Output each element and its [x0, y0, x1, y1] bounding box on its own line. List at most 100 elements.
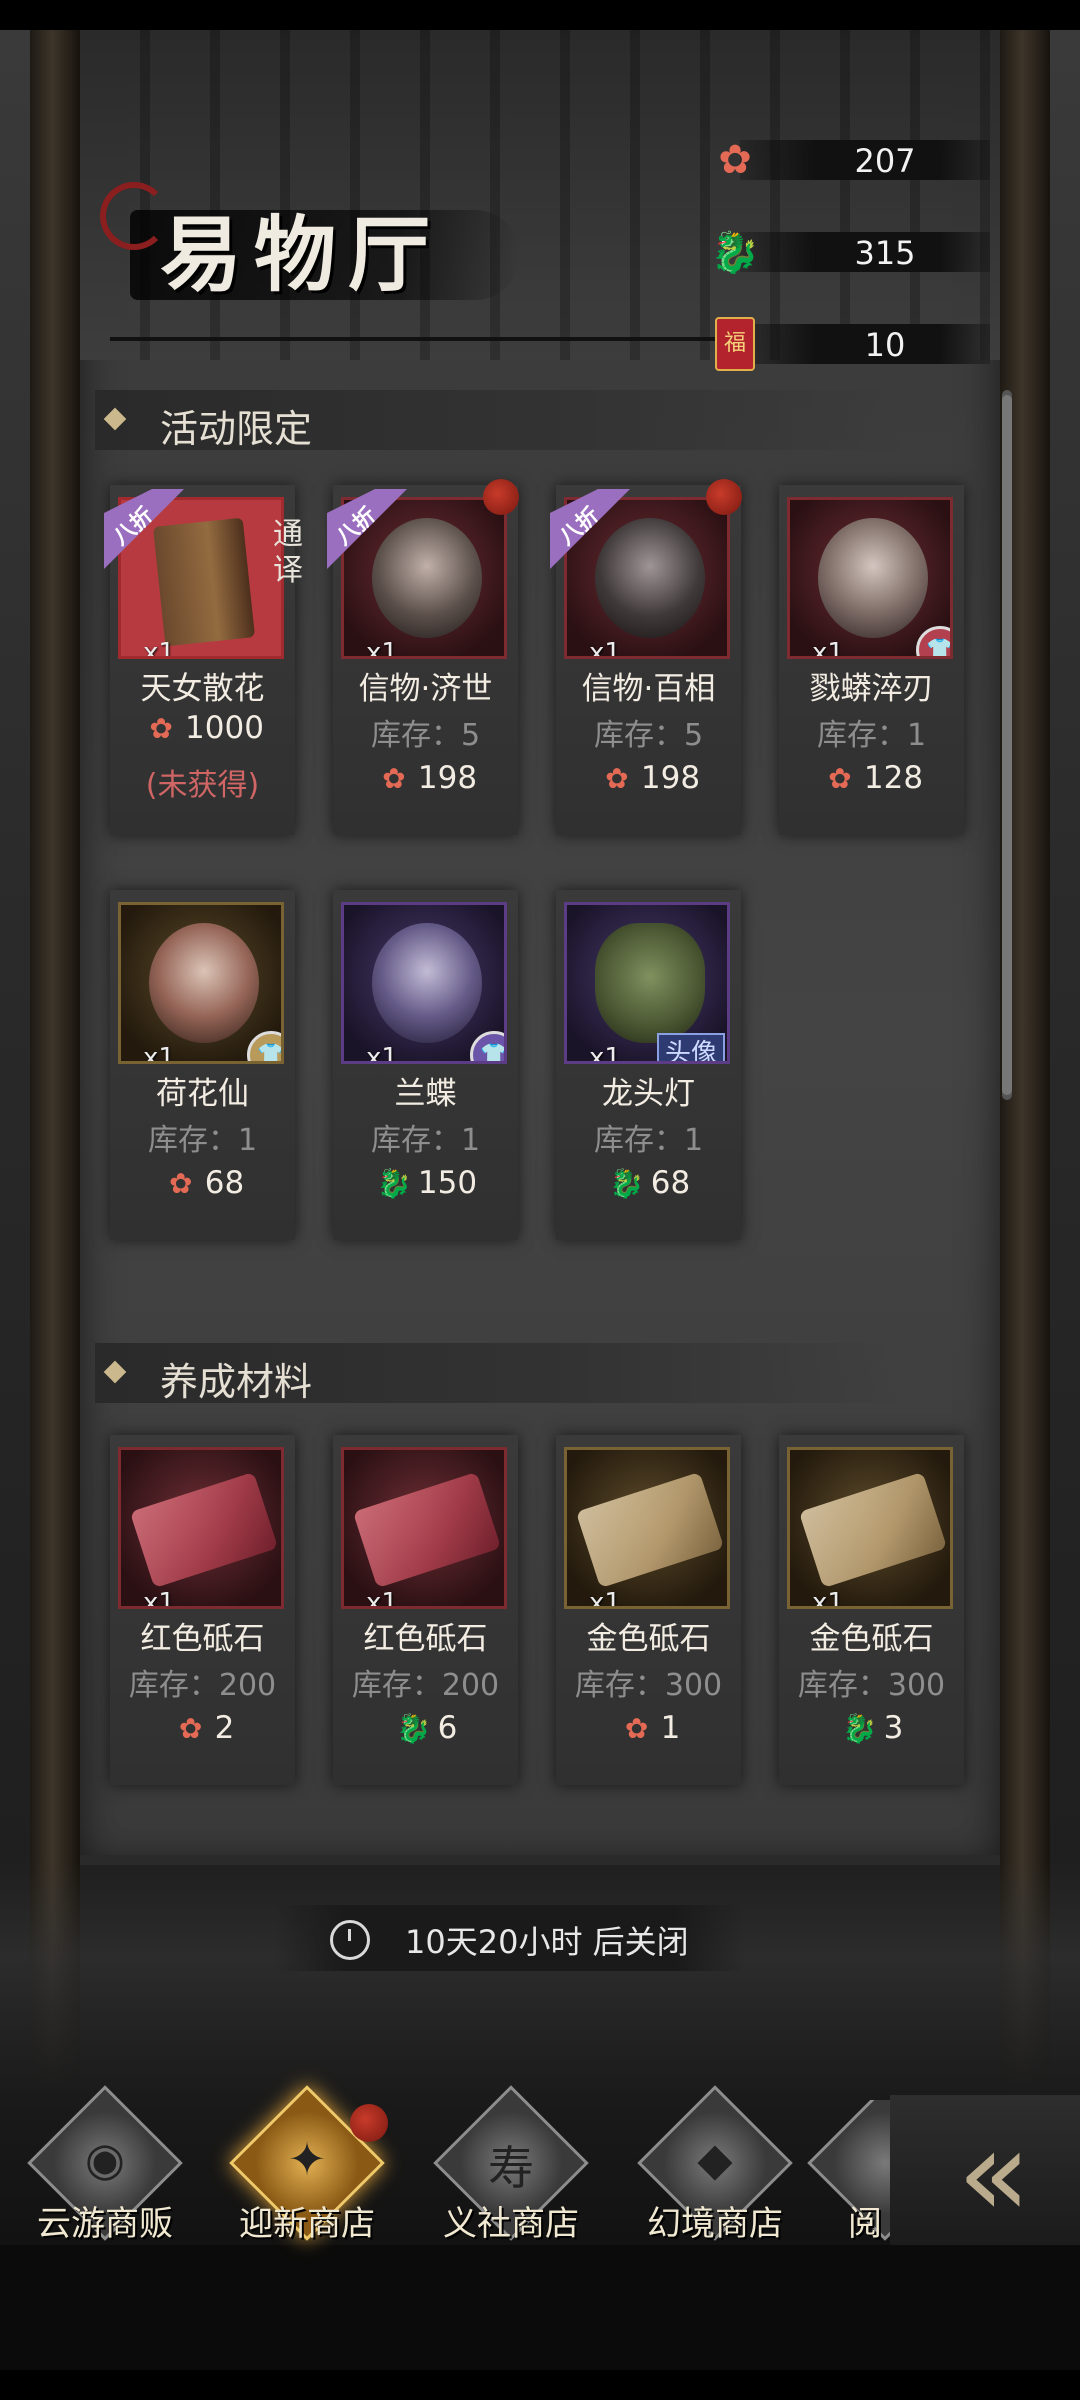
notification-dot — [350, 2104, 388, 2142]
diamond-icon — [103, 1360, 127, 1384]
navigation-bar — [0, 2370, 1080, 2400]
item-thumbnail: x1 — [341, 1447, 507, 1609]
title-divider — [110, 337, 730, 341]
price-value: 1 — [660, 1710, 681, 1746]
token-portrait-icon — [372, 518, 482, 638]
tab-illusion-shop[interactable]: ◆ 幻境商店 — [620, 2085, 810, 2250]
shop-item-card[interactable]: x1 八折 信物·百相 库存：5 ✿ 198 — [550, 479, 742, 835]
section-header-materials: 养成材料 — [95, 1343, 905, 1404]
item-quantity: x1 — [589, 1043, 621, 1064]
character-portrait-icon — [149, 923, 259, 1043]
tab-guild-shop[interactable]: 寿 义社商店 — [416, 2085, 606, 2250]
lotus-icon: ✿ — [149, 712, 173, 745]
item-name: 信物·百相 — [581, 671, 716, 707]
item-name: 红色砥石 — [363, 1621, 488, 1657]
tab-wandering-merchant[interactable]: ◉ 云游商贩 — [10, 2085, 200, 2250]
closing-timer: 10天20小时 后关闭 — [275, 1905, 745, 1971]
page-title-block: 易物厅 — [100, 170, 520, 320]
item-quantity: x1 — [366, 1588, 398, 1609]
item-name: 戮蟒淬刃 — [809, 671, 934, 707]
costume-icon: 👕 — [916, 626, 950, 656]
costume-icon: 👕 — [247, 1031, 281, 1061]
shop-item-card[interactable]: x1 红色砥石 库存：200 🐉 6 — [333, 1435, 518, 1785]
character-portrait-icon — [372, 923, 482, 1043]
shop-item-card[interactable]: x1 👕 兰蝶 库存：1 🐉 150 — [333, 890, 518, 1240]
item-thumbnail: x1 👕 — [118, 902, 284, 1064]
whetstone-icon — [798, 1471, 948, 1589]
item-price: 🐉 6 — [333, 1710, 518, 1746]
tab-label: 云游商贩 — [37, 2204, 173, 2244]
item-quantity: x1 — [366, 1043, 398, 1064]
shop-item-card[interactable]: x1 八折 通译 天女散花 ✿ 1000 (未获得) — [104, 485, 303, 835]
item-price: 🐉 68 — [556, 1165, 741, 1201]
shop-item-card[interactable]: x1 👕 戮蟒淬刃 库存：1 ✿ 128 — [779, 485, 964, 835]
gem-icon: ◆ — [697, 2132, 733, 2186]
tab-label: 迎新商店 — [239, 2204, 375, 2244]
shop-item-card[interactable]: x1 八折 信物·济世 库存：5 ✿ 198 — [327, 479, 519, 835]
lotus-icon: ✿ — [382, 762, 406, 795]
item-price: ✿ 68 — [110, 1165, 295, 1201]
item-name: 兰蝶 — [394, 1076, 457, 1112]
item-price: ✿ 1000 — [110, 710, 295, 746]
item-quantity: x1 — [812, 1588, 844, 1609]
dragon-icon: 🐉 — [609, 1167, 645, 1200]
lotus-icon: ✿ — [178, 1712, 203, 1745]
scrollbar-thumb[interactable] — [1002, 395, 1012, 1095]
item-thumbnail: x1 — [564, 1447, 730, 1609]
item-quantity: x1 — [589, 638, 621, 659]
coin-icon: ◉ — [84, 2132, 126, 2186]
whetstone-icon — [129, 1471, 279, 1589]
tab-welcome-shop[interactable]: ✦ 迎新商店 — [212, 2085, 402, 2250]
lotus-icon: ✿ — [624, 1712, 649, 1745]
currency-value: 315 — [854, 234, 916, 272]
item-quantity: x1 — [143, 1588, 175, 1609]
price-value: 150 — [417, 1165, 478, 1201]
tab-label: 义社商店 — [443, 2204, 579, 2244]
item-stock: 库存：1 — [147, 1123, 258, 1158]
item-quantity: x1 — [143, 1043, 175, 1064]
fortune-envelope-icon: 福 — [700, 314, 770, 374]
character-portrait-icon — [818, 518, 928, 638]
shop-item-card[interactable]: x1 金色砥石 库存：300 🐉 3 — [779, 1435, 964, 1785]
currency-value: 207 — [854, 142, 916, 180]
page-title: 易物厅 — [160, 207, 443, 303]
currency-fortune[interactable]: 福 10 — [700, 314, 1000, 374]
item-price: ✿ 128 — [779, 760, 964, 796]
shop-item-card[interactable]: x1 金色砥石 库存：300 ✿ 1 — [556, 1435, 741, 1785]
translation-tag: 通译 — [273, 517, 303, 588]
item-stock: 库存：200 — [351, 1668, 500, 1703]
item-quantity: x1 — [812, 638, 844, 659]
item-quantity: x1 — [589, 1588, 621, 1609]
timer-text: 10天20小时 后关闭 — [405, 1923, 689, 1961]
shop-item-card[interactable]: x1 👕 荷花仙 库存：1 ✿ 68 — [110, 890, 295, 1240]
avatar-tag: 头像 — [657, 1033, 726, 1061]
price-value: 198 — [417, 760, 478, 796]
shop-item-card[interactable]: x1 头像 龙头灯 库存：1 🐉 68 — [556, 890, 741, 1240]
left-pillar — [30, 30, 80, 2090]
currency-lotus[interactable]: ✿ 207 — [700, 130, 1000, 190]
double-chevron-left-icon: « — [957, 2105, 1030, 2244]
notification-dot — [483, 479, 519, 515]
token-portrait-icon — [595, 518, 705, 638]
item-thumbnail: x1 👕 — [787, 497, 953, 659]
whetstone-icon — [352, 1471, 502, 1589]
notification-dot — [706, 479, 742, 515]
tab-label: 幻境商店 — [647, 2204, 783, 2244]
item-name: 龙头灯 — [602, 1076, 695, 1112]
section-header-limited: 活动限定 — [95, 390, 905, 451]
item-price: ✿ 198 — [556, 760, 741, 796]
whetstone-icon — [575, 1471, 725, 1589]
item-price: ✿ 1 — [556, 1710, 741, 1746]
currency-dragon[interactable]: 🐉 315 — [700, 222, 1000, 282]
lotus-icon: ✿ — [828, 762, 852, 795]
item-quantity: x1 — [366, 638, 398, 659]
price-value: 68 — [650, 1165, 691, 1201]
item-name: 金色砥石 — [809, 1621, 934, 1657]
item-status: (未获得) — [145, 768, 260, 803]
item-stock: 库存：1 — [816, 718, 927, 753]
shop-item-card[interactable]: x1 红色砥石 库存：200 ✿ 2 — [110, 1435, 295, 1785]
collapse-tabs-button[interactable]: « — [890, 2095, 1080, 2245]
item-name: 信物·济世 — [358, 671, 493, 707]
item-thumbnail: x1 👕 — [341, 902, 507, 1064]
item-quantity: x1 — [143, 638, 175, 659]
